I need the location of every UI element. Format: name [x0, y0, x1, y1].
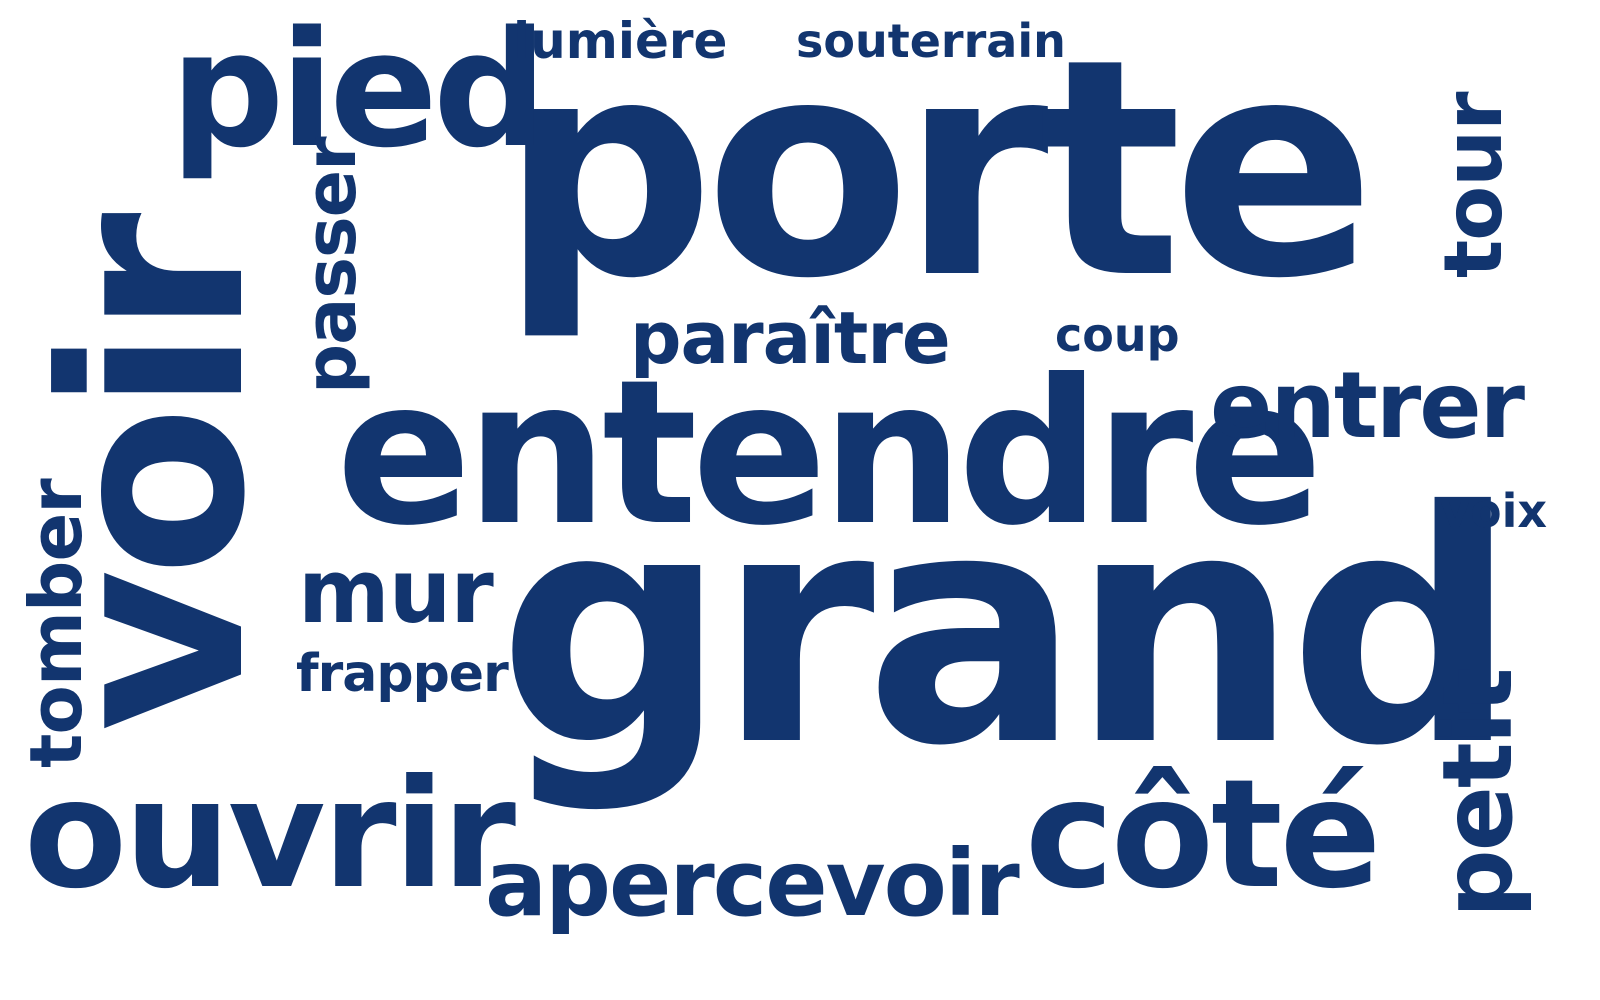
word-tomber: tomber — [14, 479, 98, 768]
word-petit: petit — [1422, 669, 1534, 918]
word-paraitre: paraître — [630, 296, 951, 380]
word-apercevoir: apercevoir — [485, 830, 1020, 937]
word-frapper: frapper — [296, 644, 509, 704]
word-passer: passer — [290, 137, 372, 394]
word-cloud: porte grand entendre ouvrir côté pied ap… — [0, 0, 1600, 1000]
word-entrer: entrer — [1210, 352, 1525, 459]
word-mur: mur — [298, 540, 494, 643]
word-cote: côté — [1025, 748, 1381, 922]
word-lumiere: lumière — [513, 12, 728, 70]
word-voix: voix — [1440, 484, 1548, 538]
word-souterrain: souterrain — [796, 14, 1066, 68]
word-ouvrir: ouvrir — [24, 748, 516, 922]
word-entendre: entendre — [336, 337, 1323, 570]
word-coup: coup — [1055, 308, 1180, 362]
word-tour: tour — [1427, 92, 1520, 278]
